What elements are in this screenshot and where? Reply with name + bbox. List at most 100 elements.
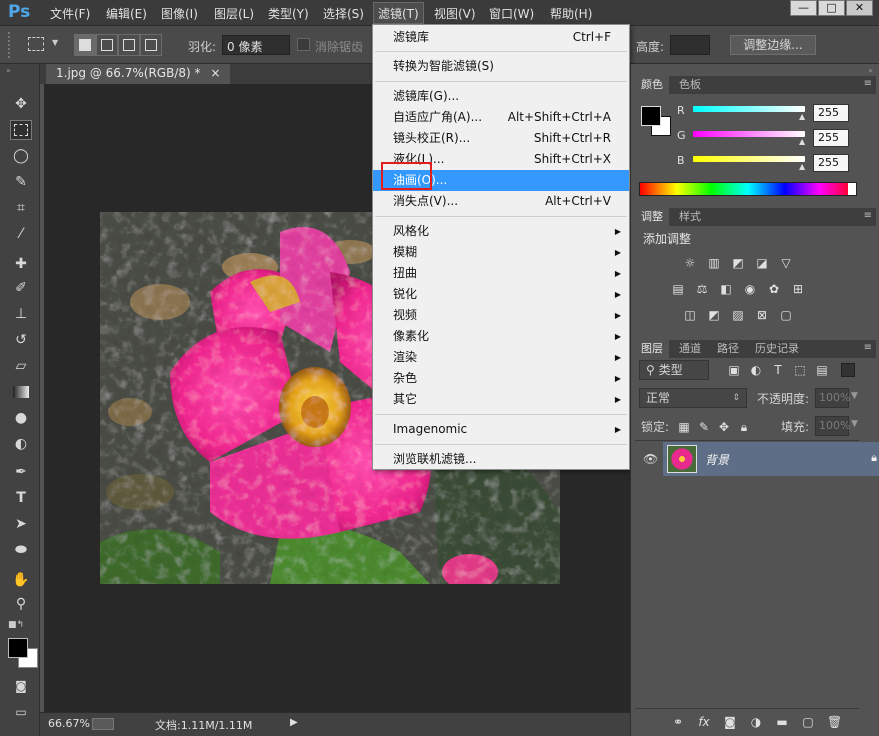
panel-menu-icon[interactable]: ≡ <box>864 210 872 221</box>
maximize-button[interactable]: □ <box>818 0 845 16</box>
quick-selection-icon[interactable]: ✎ <box>10 172 32 192</box>
quick-mask-icon[interactable]: ◙ <box>10 676 32 696</box>
menu-item-pixelate[interactable]: 像素化 ▶ <box>373 326 629 347</box>
lock-transparent-icon[interactable]: ▦ <box>677 420 691 434</box>
color-balance-icon[interactable]: ⚖ <box>695 282 709 296</box>
menu-item-other[interactable]: 其它 ▶ <box>373 389 629 410</box>
tab-swatches[interactable]: 色板 <box>673 76 707 94</box>
menu-type[interactable]: 类型(Y) <box>268 5 309 22</box>
chevron-down-icon[interactable]: ▼ <box>851 419 858 429</box>
tab-styles[interactable]: 样式 <box>673 208 707 226</box>
channel-mixer-icon[interactable]: ✿ <box>767 282 781 296</box>
slider-b[interactable] <box>693 156 805 162</box>
height-input[interactable] <box>670 35 710 55</box>
feather-input[interactable]: 0 像素 <box>222 35 290 55</box>
invert-icon[interactable]: ◫ <box>683 308 697 322</box>
layer-row-background[interactable]: 背景 🔒︎ <box>663 442 879 476</box>
menu-item-lens-correction[interactable]: 镜头校正(R)... Shift+Ctrl+R <box>373 128 629 149</box>
slider-g[interactable] <box>693 131 805 137</box>
color-spectrum[interactable] <box>639 182 857 196</box>
filter-smart-icon[interactable]: ▤ <box>815 363 829 377</box>
menu-help[interactable]: 帮助(H) <box>550 5 592 22</box>
path-selection-icon[interactable]: ➤ <box>10 514 32 534</box>
selective-color-icon[interactable]: ▢ <box>779 308 793 322</box>
zoom-tool-icon[interactable]: ⚲ <box>10 594 32 614</box>
panel-menu-icon[interactable]: ≡ <box>864 78 872 89</box>
history-brush-icon[interactable]: ↺ <box>10 330 32 350</box>
brush-tool-icon[interactable]: ✐ <box>10 278 32 298</box>
menu-file[interactable]: 文件(F) <box>50 5 90 22</box>
tab-adjustments[interactable]: 调整 <box>635 208 669 226</box>
pen-tool-icon[interactable]: ✒ <box>10 462 32 482</box>
type-tool-icon[interactable]: T <box>10 488 32 508</box>
menu-filter[interactable]: 滤镜(T) <box>373 2 424 24</box>
screen-mode-icon[interactable]: ▭ <box>10 702 32 722</box>
filter-toggle[interactable] <box>841 363 855 377</box>
filter-shape-icon[interactable]: ⬚ <box>793 363 807 377</box>
new-adjustment-icon[interactable]: ◑ <box>749 715 763 729</box>
menu-item-filter-gallery[interactable]: 滤镜库(G)... <box>373 86 629 107</box>
antialias-checkbox[interactable] <box>297 38 310 51</box>
document-tab[interactable]: 1.jpg @ 66.7%(RGB/8) * × <box>46 64 231 84</box>
close-tab-icon[interactable]: × <box>210 66 220 80</box>
status-menu-arrow-icon[interactable]: ▶ <box>290 717 298 728</box>
add-selection-button[interactable] <box>96 34 118 56</box>
value-r[interactable]: 255 <box>813 104 849 122</box>
add-mask-icon[interactable]: ◙ <box>723 715 737 729</box>
menu-edit[interactable]: 编辑(E) <box>106 5 147 22</box>
eraser-icon[interactable]: ▱ <box>10 356 32 376</box>
color-lookup-icon[interactable]: ⊞ <box>791 282 805 296</box>
menu-image[interactable]: 图像(I) <box>161 5 198 22</box>
tab-layers[interactable]: 图层 <box>635 340 669 358</box>
tab-channels[interactable]: 通道 <box>673 340 707 358</box>
foreground-color-swatch[interactable] <box>8 638 28 658</box>
collapse-panels-icon[interactable]: « <box>868 66 873 75</box>
curves-icon[interactable]: ◩ <box>731 256 745 270</box>
lock-all-icon[interactable]: 🔒︎ <box>737 420 751 434</box>
vibrance-icon[interactable]: ▽ <box>779 256 793 270</box>
opacity-input[interactable]: 100% <box>815 388 850 408</box>
black-white-icon[interactable]: ◧ <box>719 282 733 296</box>
chevron-down-icon[interactable]: ▼ <box>851 391 858 401</box>
blend-mode-select[interactable]: 正常 ⇕ <box>639 388 747 408</box>
intersect-selection-button[interactable] <box>140 34 162 56</box>
filter-pixel-icon[interactable]: ▣ <box>727 363 741 377</box>
value-g[interactable]: 255 <box>813 129 849 147</box>
menu-item-last-filter[interactable]: 滤镜库 Ctrl+F <box>373 27 629 48</box>
close-button[interactable]: ✕ <box>846 0 873 16</box>
share-icon[interactable] <box>92 718 114 730</box>
new-selection-button[interactable] <box>74 34 96 56</box>
menu-item-video[interactable]: 视频 ▶ <box>373 305 629 326</box>
refine-edge-button[interactable]: 调整边缘... <box>730 35 816 55</box>
collapse-icon[interactable]: » <box>6 66 11 75</box>
zoom-level[interactable]: 66.67% <box>48 717 90 730</box>
slider-r[interactable] <box>693 106 805 112</box>
menu-view[interactable]: 视图(V) <box>434 5 476 22</box>
rectangular-marquee-icon[interactable] <box>10 120 32 140</box>
filter-adjust-icon[interactable]: ◐ <box>749 363 763 377</box>
new-group-icon[interactable]: ▬ <box>775 715 789 729</box>
hand-tool-icon[interactable]: ✋ <box>10 570 32 590</box>
ellipse-tool-icon[interactable]: ⬬ <box>10 540 32 560</box>
menu-item-vanishing-point[interactable]: 消失点(V)... Alt+Ctrl+V <box>373 191 629 212</box>
slider-thumb-icon[interactable]: ▲ <box>799 112 805 121</box>
fill-input[interactable]: 100% <box>815 416 850 436</box>
menu-item-browse-online[interactable]: 浏览联机滤镜... <box>373 449 629 470</box>
visibility-eye-icon[interactable]: 👁︎ <box>643 452 658 466</box>
clone-stamp-icon[interactable]: ⊥ <box>10 304 32 324</box>
healing-brush-icon[interactable]: ✚ <box>10 254 32 274</box>
panel-menu-icon[interactable]: ≡ <box>864 342 872 353</box>
exposure-icon[interactable]: ◪ <box>755 256 769 270</box>
minimize-button[interactable]: — <box>790 0 817 16</box>
menu-item-convert-smart[interactable]: 转换为智能滤镜(S) <box>373 56 629 77</box>
hue-saturation-icon[interactable]: ▤ <box>671 282 685 296</box>
value-b[interactable]: 255 <box>813 154 849 172</box>
tab-history[interactable]: 历史记录 <box>749 340 805 358</box>
menu-item-blur[interactable]: 模糊 ▶ <box>373 242 629 263</box>
dodge-tool-icon[interactable]: ◐ <box>10 434 32 454</box>
menu-window[interactable]: 窗口(W) <box>489 5 534 22</box>
chevron-down-icon[interactable]: ▼ <box>52 38 58 47</box>
tab-paths[interactable]: 路径 <box>711 340 745 358</box>
subtract-selection-button[interactable] <box>118 34 140 56</box>
menu-item-imagenomic[interactable]: Imagenomic ▶ <box>373 419 629 440</box>
